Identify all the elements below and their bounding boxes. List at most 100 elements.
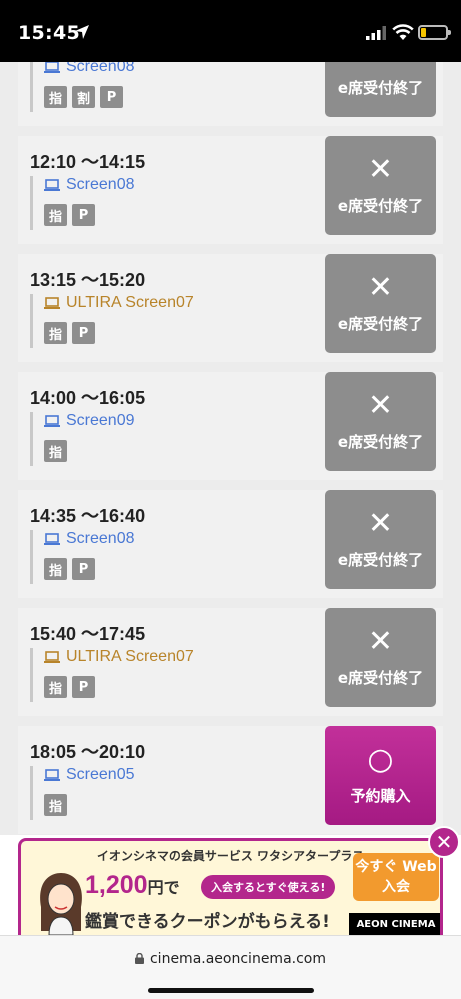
status-time: 15:45 — [18, 22, 80, 44]
showtime-card: 18:05 〜20:10 Screen05 指 ○ 予約購入 — [18, 726, 443, 834]
browser-url-bar[interactable]: cinema.aeoncinema.com — [0, 935, 461, 999]
button-label: e席受付終了 — [337, 551, 424, 569]
button-label: e席受付終了 — [337, 669, 424, 687]
ad-price: 1,200円で — [85, 871, 180, 899]
service-badge: 指 — [44, 204, 67, 226]
button-label: e席受付終了 — [337, 433, 424, 451]
service-badge: 割 — [72, 86, 95, 108]
screen-name: Screen08 — [44, 176, 135, 194]
battery-icon — [418, 25, 451, 40]
booking-closed-button[interactable]: ✕ e席受付終了 — [325, 608, 436, 707]
location-arrow-icon — [75, 25, 89, 39]
booking-closed-button[interactable]: ✕ e席受付終了 — [325, 490, 436, 589]
button-label: e席受付終了 — [337, 197, 424, 215]
card-divider — [30, 176, 33, 230]
ad-close-icon[interactable]: ✕ — [428, 826, 460, 858]
badge-row: 指割P — [44, 86, 123, 108]
showtime-card: 12:10 〜14:15 Screen08 指 P ✕ e席受付終了 — [18, 136, 443, 244]
showtime-time: 13:15 〜15:20 — [30, 270, 146, 290]
service-badge: 指 — [44, 558, 67, 580]
screen-label: Screen08 — [66, 530, 135, 547]
woman-illustration-icon — [40, 873, 82, 935]
screen-icon — [44, 533, 60, 545]
service-badge: 指 — [44, 440, 67, 462]
screen-icon — [44, 179, 60, 191]
card-divider — [30, 62, 33, 112]
service-badge: P — [72, 204, 95, 226]
showtime-card: 15:40 〜17:45 ULTIRA Screen07 指 P ✕ e席受付終了 — [18, 608, 443, 716]
service-badge: 指 — [44, 86, 67, 108]
aeon-cinema-logo: AEON CINEMA — [349, 913, 440, 935]
showtime-list: Screen08指割P✕e席受付終了12:10 〜14:15Screen08指P… — [0, 62, 461, 835]
booking-closed-button[interactable]: ✕ e席受付終了 — [325, 254, 436, 353]
unavailable-x-icon: ✕ — [367, 152, 394, 187]
service-badge: 指 — [44, 794, 67, 816]
showtime-card: 14:35 〜16:40 Screen08 指 P ✕ e席受付終了 — [18, 490, 443, 598]
screen-label: ULTIRA Screen07 — [66, 294, 194, 311]
service-badge: P — [100, 86, 123, 108]
lock-icon — [134, 953, 144, 964]
card-divider — [30, 412, 33, 466]
card-divider — [30, 294, 33, 348]
showtime-card: 13:15 〜15:20 ULTIRA Screen07 指 P ✕ e席受付終了 — [18, 254, 443, 362]
screen-name: Screen09 — [44, 412, 135, 430]
card-divider — [30, 648, 33, 702]
screen-label: Screen08 — [66, 176, 135, 193]
badge-row: 指 — [44, 794, 67, 816]
screen-icon — [44, 415, 60, 427]
showtime-card: Screen08 指割P ✕ e席受付終了 — [18, 62, 443, 126]
ad-subline: 鑑賞できるクーポンがもらえる! — [85, 912, 330, 932]
status-bar: 15:45 — [0, 0, 461, 62]
cellular-signal-icon — [366, 26, 386, 40]
unavailable-x-icon: ✕ — [367, 270, 394, 305]
url-display[interactable]: cinema.aeoncinema.com — [0, 951, 461, 967]
badge-row: 指P — [44, 322, 95, 344]
screen-icon — [44, 651, 60, 663]
screen-icon — [44, 297, 60, 309]
showtime-card: 14:00 〜16:05 Screen09 指 ✕ e席受付終了 — [18, 372, 443, 480]
service-badge: 指 — [44, 676, 67, 698]
screen-name: Screen08 — [44, 62, 135, 76]
screen-label: ULTIRA Screen07 — [66, 648, 194, 665]
button-label: 予約購入 — [350, 787, 411, 805]
home-indicator[interactable] — [148, 988, 314, 993]
booking-closed-button[interactable]: ✕ e席受付終了 — [325, 136, 436, 235]
screen-name: ULTIRA Screen07 — [44, 294, 194, 312]
wifi-icon — [392, 24, 414, 40]
reserve-button[interactable]: ○ 予約購入 — [325, 726, 436, 825]
showtime-time: 18:05 〜20:10 — [30, 742, 146, 762]
service-badge: P — [72, 322, 95, 344]
ad-join-pill: 入会するとすぐ使える! — [201, 875, 336, 899]
showtime-time: 15:40 〜17:45 — [30, 624, 146, 644]
card-divider — [30, 530, 33, 584]
membership-ad-banner[interactable]: イオンシネマの会員サービス ワタシアタープラス 1,200円で 入会するとすぐ使… — [18, 838, 443, 935]
screen-name: ULTIRA Screen07 — [44, 648, 194, 666]
service-badge: P — [72, 676, 95, 698]
service-badge: P — [72, 558, 95, 580]
booking-closed-button[interactable]: ✕ e席受付終了 — [325, 372, 436, 471]
join-now-button[interactable]: 今すぐ Web入会 — [353, 853, 439, 901]
badge-row: 指P — [44, 558, 95, 580]
screen-icon — [44, 62, 60, 73]
unavailable-x-icon: ✕ — [367, 506, 394, 541]
service-badge: 指 — [44, 322, 67, 344]
screen-icon — [44, 769, 60, 781]
screen-name: Screen05 — [44, 766, 135, 784]
available-circle-icon: ○ — [367, 742, 394, 777]
showtime-time: 14:00 〜16:05 — [30, 388, 146, 408]
badge-row: 指P — [44, 204, 95, 226]
card-divider — [30, 766, 33, 820]
button-label: e席受付終了 — [337, 315, 424, 333]
screen-label: Screen05 — [66, 766, 135, 783]
unavailable-x-icon: ✕ — [367, 624, 394, 659]
badge-row: 指P — [44, 676, 95, 698]
url-text: cinema.aeoncinema.com — [149, 951, 326, 967]
booking-closed-button[interactable]: ✕ e席受付終了 — [325, 62, 436, 117]
screen-label: Screen08 — [66, 62, 135, 75]
unavailable-x-icon: ✕ — [367, 388, 394, 423]
showtime-time: 14:35 〜16:40 — [30, 506, 146, 526]
unavailable-x-icon: ✕ — [368, 62, 393, 67]
badge-row: 指 — [44, 440, 67, 462]
showtime-time: 12:10 〜14:15 — [30, 152, 146, 172]
button-label: e席受付終了 — [337, 79, 424, 97]
